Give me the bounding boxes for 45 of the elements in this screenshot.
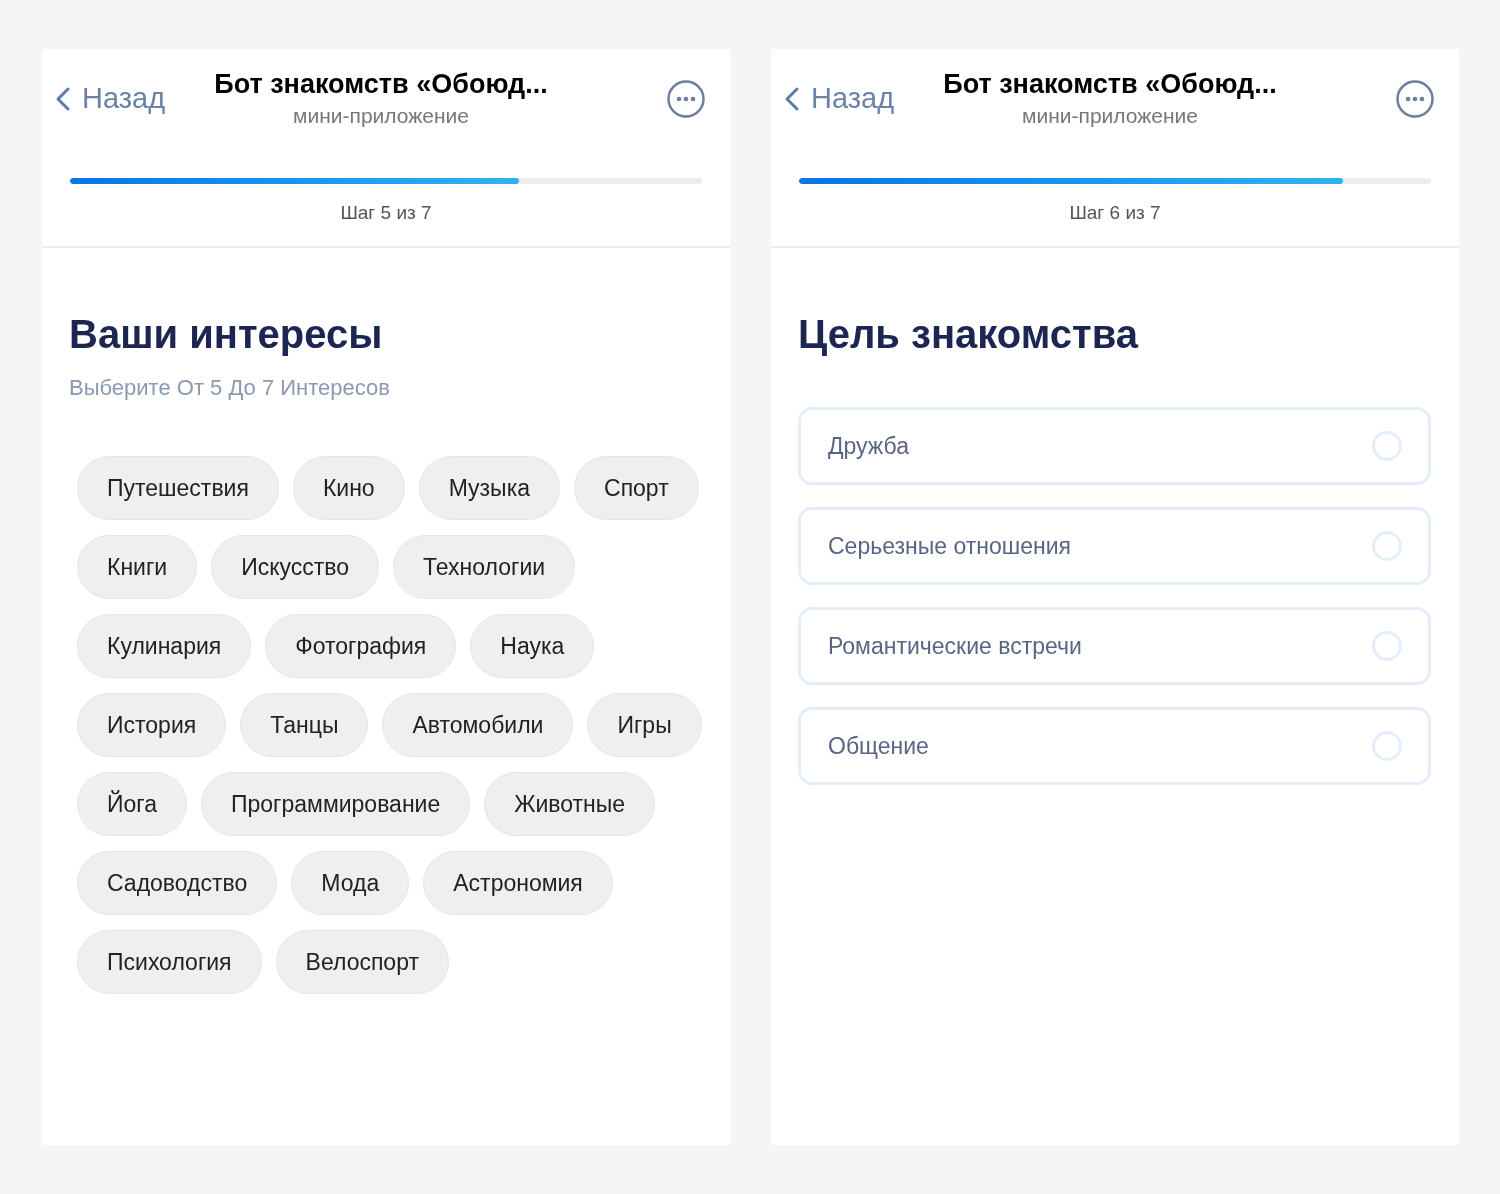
interest-chip[interactable]: Автомобили <box>382 693 574 757</box>
step-label: Шаг 5 из 7 <box>339 202 433 224</box>
interest-chip[interactable]: Технологии <box>393 535 576 599</box>
more-icon[interactable] <box>666 78 706 119</box>
goal-option[interactable]: Романтические встречи <box>798 607 1431 685</box>
interest-chip[interactable]: Книги <box>77 535 198 599</box>
radio-button[interactable] <box>1372 531 1402 561</box>
interest-chip[interactable]: Танцы <box>240 693 369 757</box>
interest-chip[interactable]: Музыка <box>418 456 560 520</box>
section-heading: Ваши интересы <box>69 312 384 357</box>
goal-option[interactable]: Дружба <box>798 407 1431 485</box>
interest-chip[interactable]: Искусство <box>211 535 380 599</box>
interest-chip[interactable]: Кулинария <box>77 614 252 678</box>
back-chevron-icon <box>56 86 70 111</box>
interest-chip[interactable]: Садоводство <box>77 851 278 915</box>
goal-option[interactable]: Общение <box>798 707 1431 785</box>
interest-chip[interactable]: Велоспорт <box>275 930 449 994</box>
app-title: Бот знакомств «Обоюд... <box>214 69 548 100</box>
app-subtitle: мини-приложение <box>292 104 470 128</box>
back-chevron-icon <box>785 86 799 111</box>
interest-chip[interactable]: Астрономия <box>423 851 613 915</box>
interest-chip[interactable]: Мода <box>291 851 410 915</box>
hint-text: Выберите От 5 До 7 Интересов <box>69 375 391 401</box>
radio-button[interactable] <box>1372 731 1402 761</box>
interest-chip[interactable]: Наука <box>470 614 595 678</box>
interest-chip[interactable]: Фотография <box>265 614 457 678</box>
back-button[interactable]: Назад <box>785 82 895 115</box>
interest-chip[interactable]: Животные <box>484 772 656 836</box>
interest-chip[interactable]: История <box>77 693 227 757</box>
back-button[interactable]: Назад <box>56 82 166 115</box>
interest-chip[interactable]: Психология <box>77 930 262 994</box>
interest-chip[interactable]: Йога <box>77 772 187 836</box>
app-subtitle: мини-приложение <box>1021 104 1199 128</box>
interest-chip[interactable]: Кино <box>292 456 405 520</box>
more-icon[interactable] <box>1395 78 1435 119</box>
radio-button[interactable] <box>1372 631 1402 661</box>
interest-chip[interactable]: Спорт <box>574 456 699 520</box>
app-title: Бот знакомств «Обоюд... <box>943 69 1277 100</box>
radio-button[interactable] <box>1372 431 1402 461</box>
interest-chip[interactable]: Игры <box>587 693 702 757</box>
section-heading: Цель знакомства <box>798 312 1140 357</box>
step-label: Шаг 6 из 7 <box>1068 202 1162 224</box>
goal-option[interactable]: Серьезные отношения <box>798 507 1431 585</box>
interest-chip[interactable]: Путешествия <box>77 456 279 520</box>
interest-chip[interactable]: Программирование <box>201 772 471 836</box>
